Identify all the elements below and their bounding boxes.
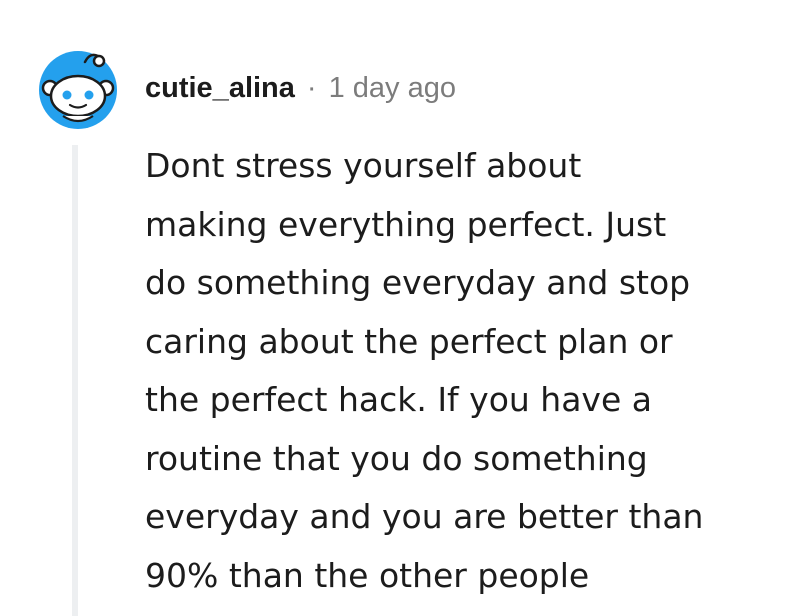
comment-text-line: routine that you do something [145,438,648,478]
comment-timestamp[interactable]: 1 day ago [329,72,456,105]
comment-text-line: everyday and you are better than [145,497,704,536]
comment-text-line: Dont stress yourself about [145,146,582,185]
comment-view: cutie_alina · 1 day ago Dont stress your… [0,0,800,616]
comment-header: cutie_alina · 1 day ago [145,68,456,108]
comment-body: Dont stress yourself about making everyt… [145,137,785,605]
comment-text-line: caring about the perfect plan or [145,321,673,361]
user-avatar[interactable] [38,50,118,130]
comment-text-line: the perfect hack. If you have a [145,380,652,419]
meta-separator: · [306,71,317,104]
comment-text-line: making everything perfect. Just [145,204,667,244]
snoo-avatar-icon [39,51,117,129]
comment-text-line: do something everyday and stop [145,263,691,302]
comment-text-line: 90% than the other people [145,555,590,595]
thread-collapse-line[interactable] [72,145,78,616]
username-link[interactable]: cutie_alina [145,72,295,105]
